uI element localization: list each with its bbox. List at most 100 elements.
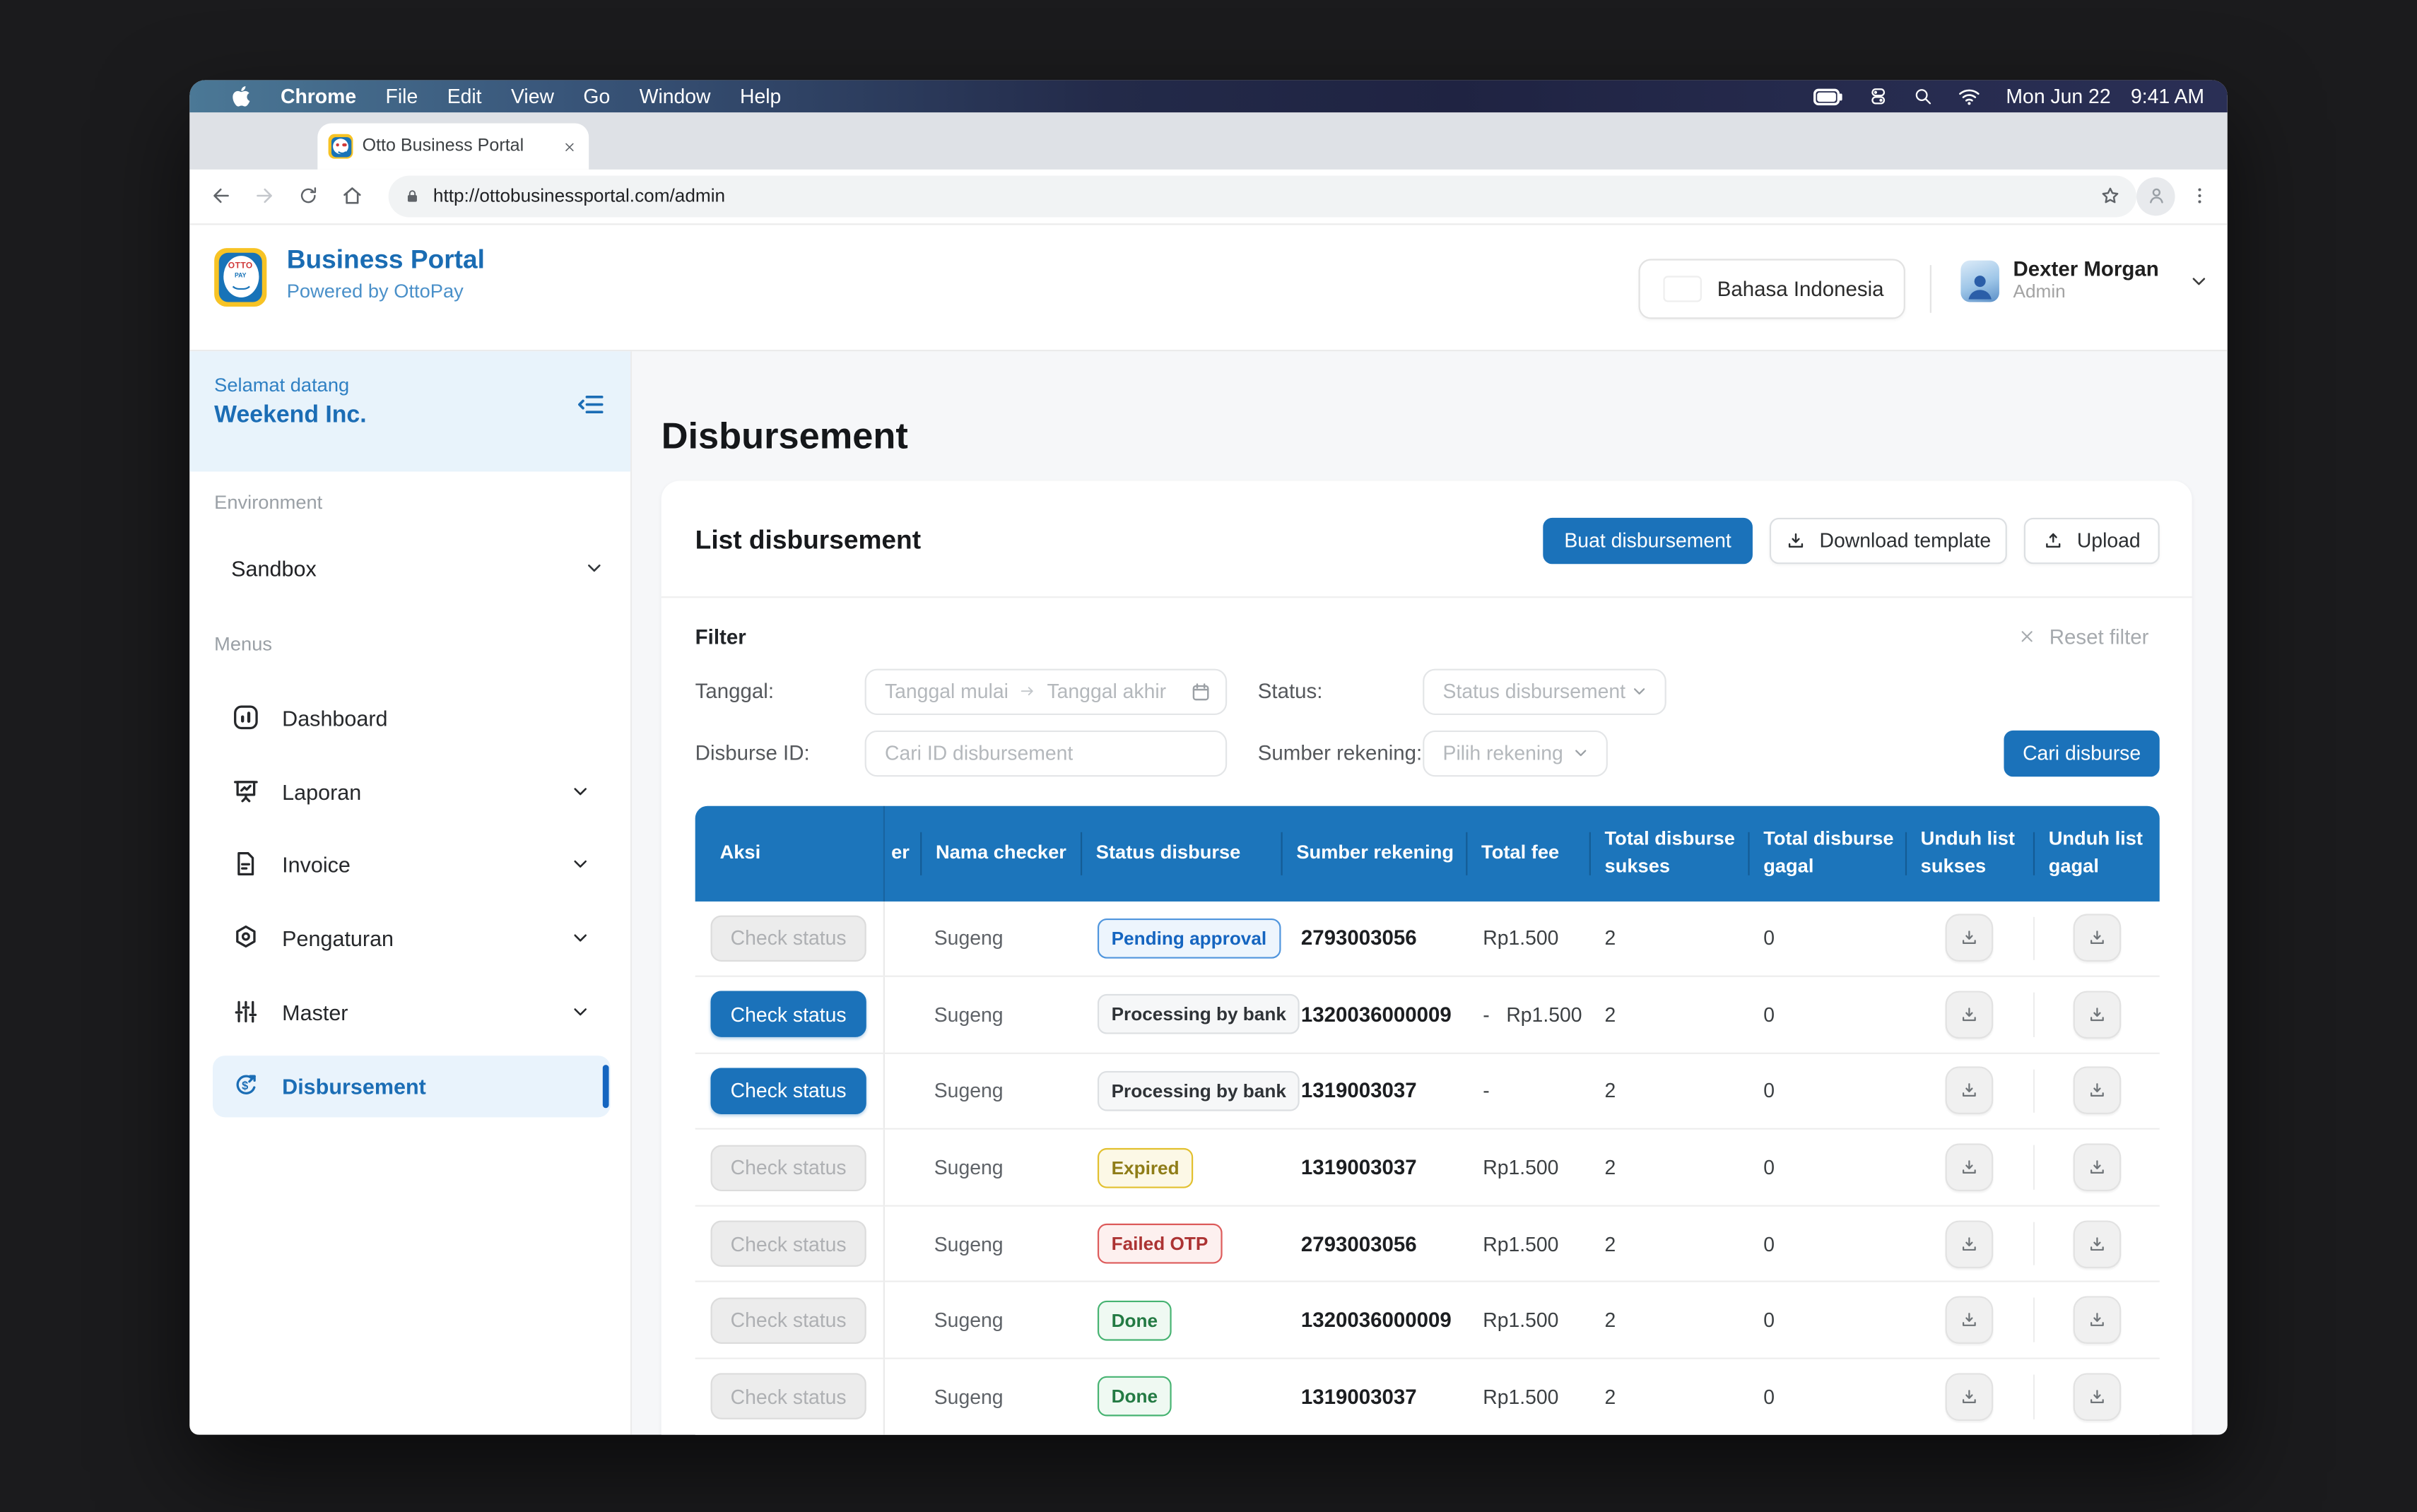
menu-item-window[interactable]: Window <box>640 85 711 108</box>
status-cell: Processing by bank <box>1081 977 1281 1052</box>
battery-icon[interactable] <box>1813 81 1845 112</box>
wifi-icon[interactable] <box>1958 85 1982 108</box>
sidebar-collapse-icon[interactable] <box>575 388 608 420</box>
close-icon <box>2018 627 2037 646</box>
back-icon[interactable] <box>210 184 233 208</box>
download-gagal-button[interactable] <box>2073 1067 2121 1115</box>
sidebar-item-laporan[interactable]: Laporan <box>213 760 611 822</box>
download-sukses-button[interactable] <box>1946 1144 1994 1192</box>
total-disburse-sukses-cell: 2 <box>1589 901 1748 976</box>
menu-item-edit[interactable]: Edit <box>447 85 482 108</box>
bookmark-star-icon[interactable] <box>2100 185 2122 207</box>
sumber-rekening-dropdown[interactable]: Pilih rekening <box>1423 730 1608 776</box>
browser-profile-icon[interactable] <box>2136 177 2175 215</box>
menu-item-view[interactable]: View <box>511 85 554 108</box>
forward-icon[interactable] <box>253 184 276 208</box>
user-chevron-down-icon[interactable] <box>2187 269 2210 293</box>
total-fee-cell: - <box>1466 1053 1589 1128</box>
address-bar[interactable]: http://ottobusinessportal.com/admin <box>389 176 2136 217</box>
sidebar-item-master[interactable]: Master <box>213 981 611 1042</box>
total-disburse-sukses-cell: 2 <box>1589 1283 1748 1358</box>
status-badge: Done <box>1098 1300 1172 1340</box>
menu-bar-date[interactable]: Mon Jun 22 <box>2006 85 2110 108</box>
sidebar-item-pengaturan[interactable]: Pengaturan <box>213 907 611 969</box>
unduh-sukses-cell <box>1905 1283 2033 1358</box>
sidebar-item-dashboard[interactable]: Dashboard <box>213 687 611 748</box>
menu-bar-time[interactable]: 9:41 AM <box>2131 85 2204 108</box>
download-gagal-button[interactable] <box>2073 914 2121 962</box>
aksi-cell: Check status <box>695 977 885 1052</box>
buat-disbursement-button[interactable]: Buat disbursement <box>1543 517 1753 563</box>
menu-item-file[interactable]: File <box>386 85 418 108</box>
nama-checker-cell: Sugeng <box>920 901 1081 976</box>
check-status-button: Check status <box>710 915 866 961</box>
status-dropdown[interactable]: Status disbursement <box>1423 668 1666 714</box>
table-row: Check statusSugengProcessing by bank1320… <box>695 977 2160 1053</box>
download-sukses-button[interactable] <box>1946 1067 1994 1115</box>
environment-selector[interactable]: Sandbox <box>214 537 606 598</box>
tab-close-icon[interactable] <box>563 139 577 153</box>
disburse-id-input[interactable]: Cari ID disbursement <box>865 730 1228 776</box>
status-cell: Expired <box>1081 1130 1281 1205</box>
status-cell: Done <box>1081 1359 1281 1434</box>
sidebar-item-invoice[interactable]: Invoice <box>213 833 611 894</box>
total-disburse-sukses-cell: 2 <box>1589 1207 1748 1282</box>
download-sukses-button[interactable] <box>1946 1220 1994 1268</box>
unduh-sukses-cell <box>1905 1207 2033 1282</box>
nama-checker-cell: Sugeng <box>920 1283 1081 1358</box>
svg-text:$: $ <box>242 1080 248 1092</box>
download-gagal-button[interactable] <box>2073 1220 2121 1268</box>
total-disburse-gagal-cell: 0 <box>1748 1207 1905 1282</box>
search-icon[interactable] <box>1914 86 1934 106</box>
browser-menu-icon[interactable] <box>2189 185 2211 207</box>
total-fee-cell: Rp1.500 <box>1466 1359 1589 1434</box>
nama-checker-cell: Sugeng <box>920 1130 1081 1205</box>
total-disburse-gagal-cell: 0 <box>1748 1283 1905 1358</box>
apple-menu-icon[interactable] <box>231 85 251 108</box>
date-range-input[interactable]: Tanggal mulai Tanggal akhir <box>865 668 1228 714</box>
user-menu[interactable]: Dexter Morgan Admin <box>1960 256 2209 305</box>
home-icon[interactable] <box>341 184 364 208</box>
download-sukses-button[interactable] <box>1946 1297 1994 1345</box>
download-template-button[interactable]: Download template <box>1770 517 2007 563</box>
total-disburse-gagal-cell: 0 <box>1748 977 1905 1052</box>
download-gagal-button[interactable] <box>2073 1297 2121 1345</box>
chevron-down-icon <box>569 852 592 875</box>
menu-item-help[interactable]: Help <box>740 85 781 108</box>
presentation-chart-icon <box>231 776 260 805</box>
aksi-cell: Check status <box>695 1053 885 1128</box>
list-disbursement-card: List disbursement Buat disbursement Down… <box>661 480 2192 1434</box>
reset-filter-button[interactable]: Reset filter <box>2018 625 2148 648</box>
language-selector-button[interactable]: Bahasa Indonesia <box>1639 258 1905 318</box>
menu-item-go[interactable]: Go <box>583 85 610 108</box>
download-sukses-button[interactable] <box>1946 991 1994 1039</box>
nama-checker-cell: Sugeng <box>920 1207 1081 1282</box>
check-status-button[interactable]: Check status <box>710 1068 866 1114</box>
download-gagal-button[interactable] <box>2073 1144 2121 1192</box>
tanggal-mulai-placeholder: Tanggal mulai <box>885 680 1008 703</box>
check-status-button[interactable]: Check status <box>710 991 866 1037</box>
download-gagal-button[interactable] <box>2073 991 2121 1039</box>
download-sukses-button[interactable] <box>1946 1373 1994 1421</box>
reload-icon[interactable] <box>298 185 319 207</box>
sidebar-item-disbursement[interactable]: $Disbursement <box>213 1055 611 1116</box>
total-disburse-gagal-cell: 0 <box>1748 1053 1905 1128</box>
download-sukses-button[interactable] <box>1946 914 1994 962</box>
cari-disburse-button[interactable]: Cari disburse <box>2004 730 2159 776</box>
maker-cell-truncated <box>885 901 920 976</box>
url-text[interactable]: http://ottobusinessportal.com/admin <box>433 185 2100 207</box>
nama-checker-cell: Sugeng <box>920 1053 1081 1128</box>
browser-tab[interactable]: Otto Business Portal <box>317 123 589 169</box>
download-gagal-button[interactable] <box>2073 1373 2121 1421</box>
control-center-icon[interactable] <box>1869 86 1888 106</box>
status-badge: Processing by bank <box>1098 995 1300 1035</box>
total-disburse-sukses-cell: 2 <box>1589 1130 1748 1205</box>
total-disburse-gagal-cell: 0 <box>1748 901 1905 976</box>
card-title: List disbursement <box>695 525 921 556</box>
disbursement-cycle-icon: $ <box>231 1071 260 1100</box>
calendar-icon[interactable] <box>1190 680 1212 702</box>
upload-button[interactable]: Upload <box>2024 517 2160 563</box>
menu-item-chrome[interactable]: Chrome <box>281 85 356 108</box>
status-cell: Failed OTP <box>1081 1207 1281 1282</box>
status-chevron-down-icon <box>1629 681 1649 701</box>
